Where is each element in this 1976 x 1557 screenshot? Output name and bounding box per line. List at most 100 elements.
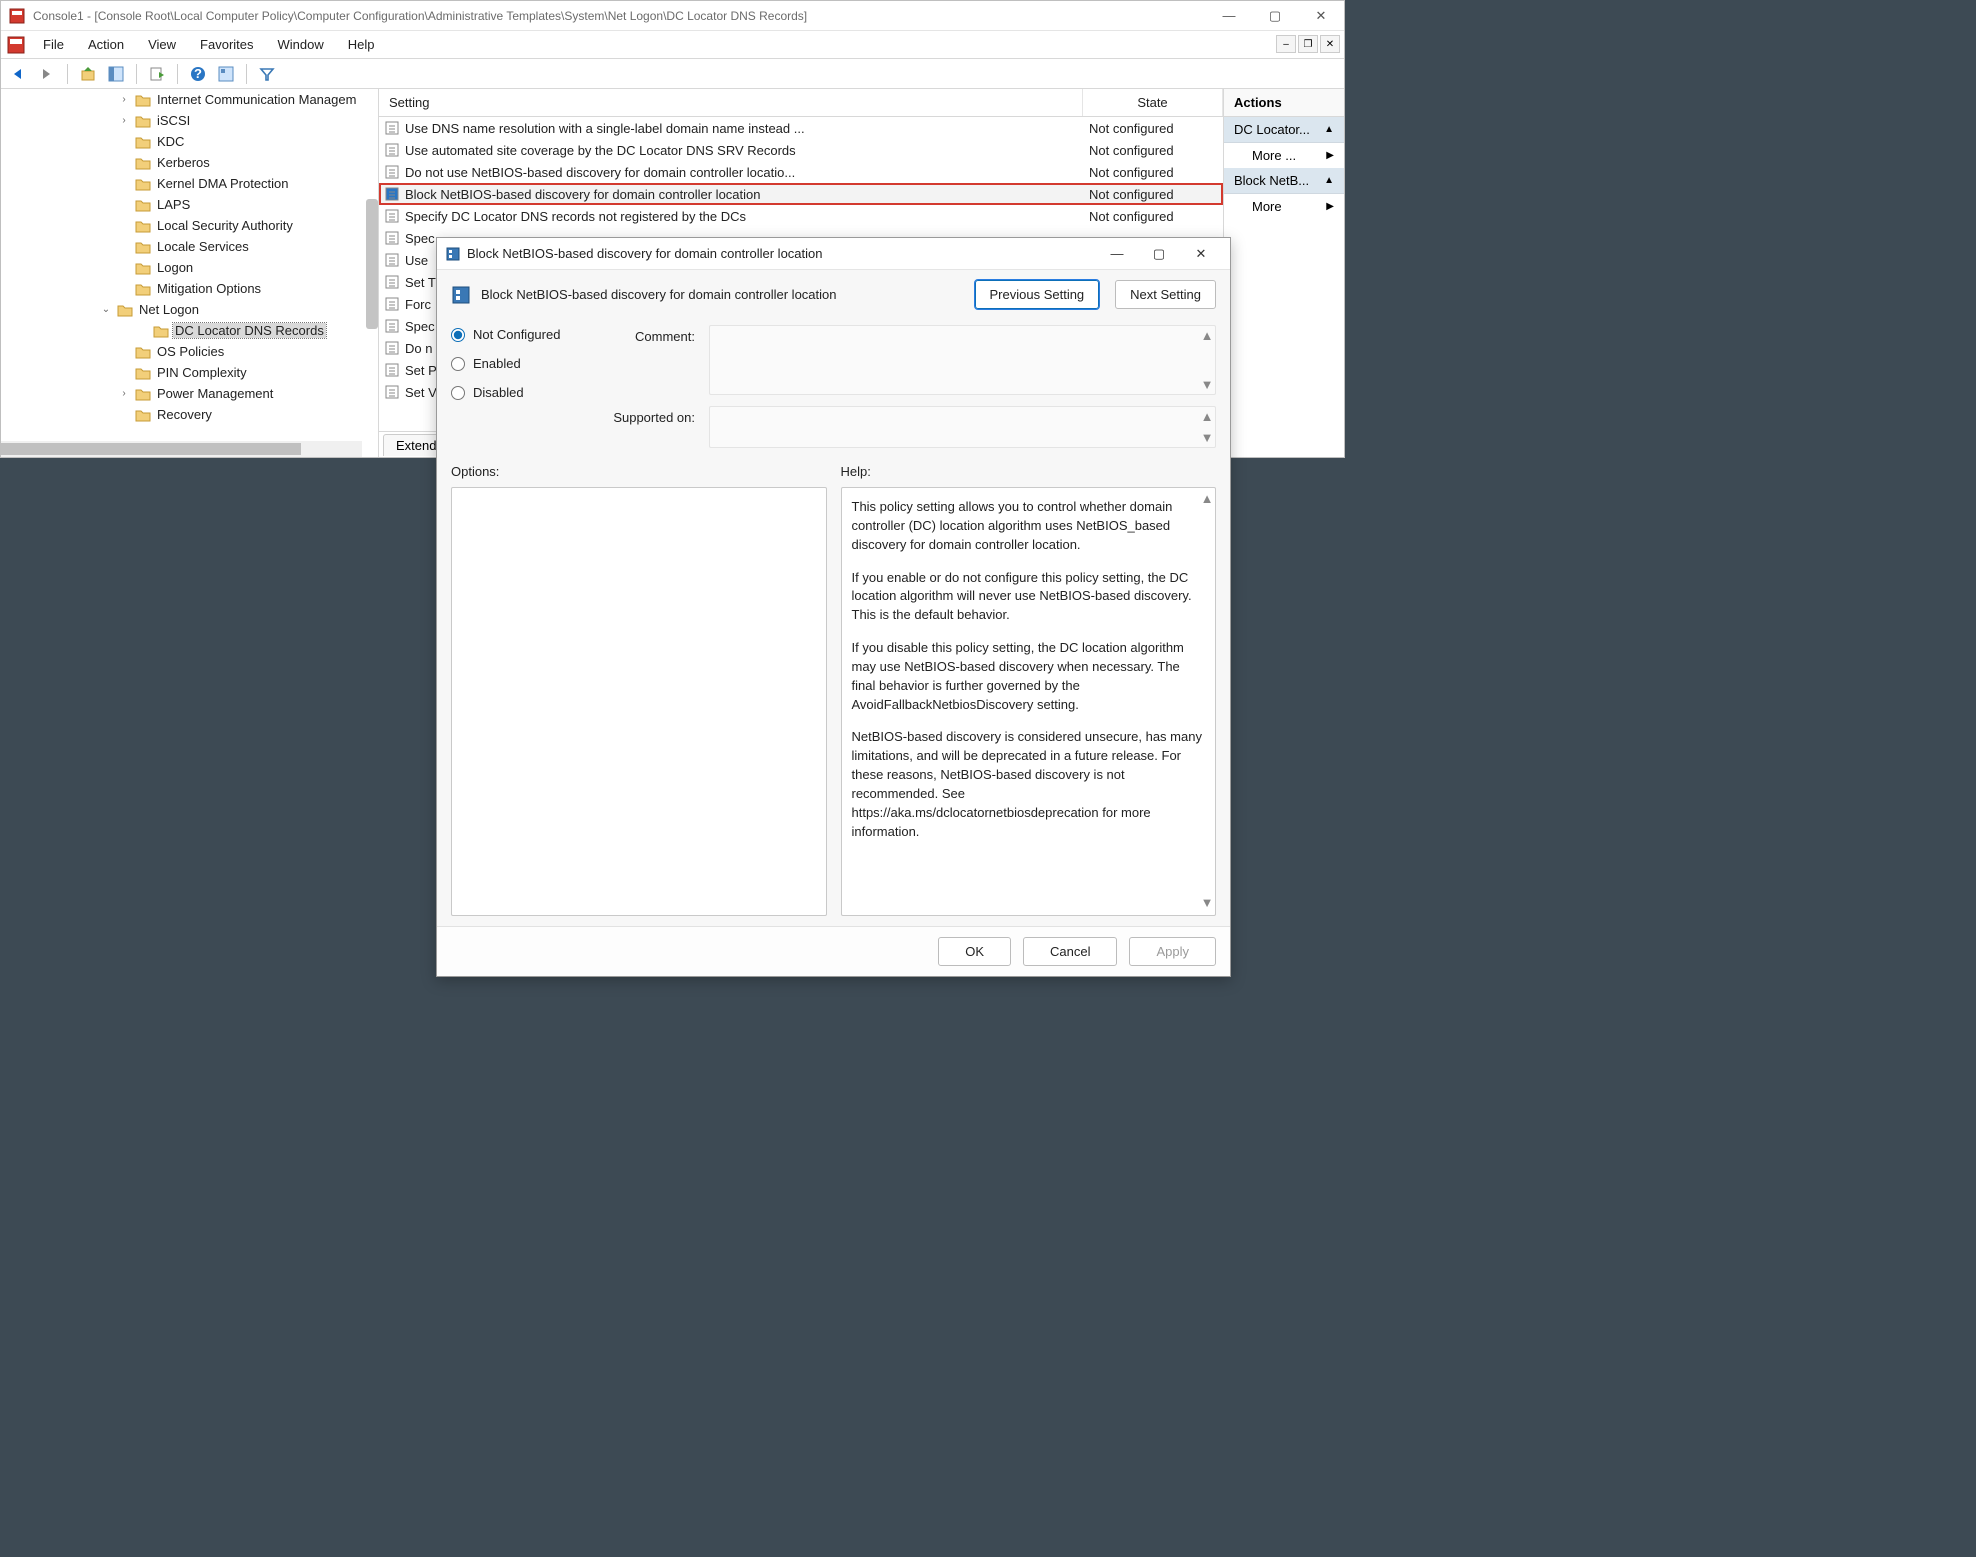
cancel-button[interactable]: Cancel (1023, 937, 1117, 966)
actions-group-block-netb[interactable]: Block NetB...▲ (1224, 168, 1344, 194)
tree-vertical-scrollbar-thumb[interactable] (366, 199, 378, 329)
window-minimize-button[interactable]: — (1206, 1, 1252, 31)
setting-row[interactable]: Use DNS name resolution with a single-la… (379, 117, 1223, 139)
setting-item-icon (379, 296, 405, 312)
tree-item-label: Logon (155, 260, 195, 275)
tree-item[interactable]: Locale Services (1, 236, 378, 257)
setting-item-icon (379, 274, 405, 290)
tree-item-label: Local Security Authority (155, 218, 295, 233)
radio-not-configured-input[interactable] (451, 328, 465, 342)
dialog-close-button[interactable]: ✕ (1180, 239, 1222, 269)
tree-item[interactable]: LAPS (1, 194, 378, 215)
mdi-close-button[interactable]: ✕ (1320, 35, 1340, 53)
forward-button[interactable] (35, 62, 59, 86)
tree-item[interactable]: DC Locator DNS Records (1, 320, 378, 341)
tree-item[interactable]: ›Internet Communication Managem (1, 89, 378, 110)
setting-item-icon (379, 120, 405, 136)
radio-enabled-input[interactable] (451, 357, 465, 371)
show-hide-tree-button[interactable] (104, 62, 128, 86)
tree-expander-icon[interactable]: › (117, 388, 131, 399)
dialog-minimize-button[interactable]: — (1096, 239, 1138, 269)
tree-horizontal-scrollbar[interactable] (1, 441, 362, 457)
tree-horizontal-scrollbar-thumb[interactable] (1, 443, 301, 455)
help-pane: This policy setting allows you to contro… (841, 487, 1217, 916)
comment-scrollbar[interactable]: ▲▼ (1199, 326, 1215, 394)
actions-group-dc-locator-label: DC Locator... (1234, 122, 1310, 137)
previous-setting-button[interactable]: Previous Setting (975, 280, 1100, 309)
mdi-restore-button[interactable]: ❐ (1298, 35, 1318, 53)
tree-item-label: Net Logon (137, 302, 201, 317)
tree-item-label: iSCSI (155, 113, 192, 128)
tree-item[interactable]: ›Power Management (1, 383, 378, 404)
tree-item[interactable]: KDC (1, 131, 378, 152)
ok-button[interactable]: OK (938, 937, 1011, 966)
help-scrollbar[interactable]: ▲▼ (1199, 488, 1215, 915)
back-button[interactable] (7, 62, 31, 86)
radio-enabled-label: Enabled (473, 356, 521, 371)
menu-view[interactable]: View (136, 33, 188, 56)
column-headers: Setting State (379, 89, 1223, 117)
next-setting-button[interactable]: Next Setting (1115, 280, 1216, 309)
folder-icon (135, 156, 151, 170)
menu-action[interactable]: Action (76, 33, 136, 56)
menu-window[interactable]: Window (266, 33, 336, 56)
mdi-minimize-button[interactable]: – (1276, 35, 1296, 53)
menu-favorites[interactable]: Favorites (188, 33, 265, 56)
comment-textbox[interactable]: ▲▼ (709, 325, 1216, 395)
scroll-up-icon: ▲ (1201, 328, 1214, 343)
filter-button[interactable] (255, 62, 279, 86)
window-maximize-button[interactable]: ▢ (1252, 1, 1298, 31)
setting-item-icon (379, 186, 405, 202)
tree-expander-icon[interactable]: ⌄ (99, 304, 113, 315)
tree-item-label: Kerberos (155, 155, 212, 170)
setting-row[interactable]: Use automated site coverage by the DC Lo… (379, 139, 1223, 161)
setting-item-icon (379, 252, 405, 268)
dialog-maximize-button[interactable]: ▢ (1138, 239, 1180, 269)
column-state[interactable]: State (1083, 89, 1223, 116)
actions-more-1[interactable]: More ...▶ (1224, 143, 1344, 168)
actions-more-2[interactable]: More▶ (1224, 194, 1344, 219)
help-button[interactable]: ? (186, 62, 210, 86)
radio-disabled-input[interactable] (451, 386, 465, 400)
tree-item[interactable]: › iSCSI (1, 110, 378, 131)
tree-item[interactable]: ⌄ Net Logon (1, 299, 378, 320)
radio-disabled[interactable]: Disabled (451, 385, 581, 400)
setting-row-label: Specify DC Locator DNS records not regis… (405, 209, 1083, 224)
menubar: File Action View Favorites Window Help –… (1, 31, 1344, 59)
setting-row[interactable]: Block NetBIOS-based discovery for domain… (379, 183, 1223, 205)
menu-file[interactable]: File (31, 33, 76, 56)
chevron-right-icon: ▶ (1326, 150, 1334, 161)
supported-on-label: Supported on: (595, 406, 695, 425)
setting-item-icon (379, 164, 405, 180)
tree-expander-icon[interactable]: › (117, 94, 131, 105)
menu-help[interactable]: Help (336, 33, 387, 56)
window-close-button[interactable]: ✕ (1298, 1, 1344, 31)
dialog-buttons: OK Cancel Apply (437, 926, 1230, 976)
tree-item[interactable]: Recovery (1, 404, 378, 425)
options-pane (451, 487, 827, 916)
tree-item[interactable]: OS Policies (1, 341, 378, 362)
dialog-title: Block NetBIOS-based discovery for domain… (467, 246, 1096, 261)
apply-button[interactable]: Apply (1129, 937, 1216, 966)
up-button[interactable] (76, 62, 100, 86)
folder-icon (135, 366, 151, 380)
export-list-button[interactable] (145, 62, 169, 86)
tree-item[interactable]: PIN Complexity (1, 362, 378, 383)
tree-item[interactable]: Mitigation Options (1, 278, 378, 299)
svg-text:?: ? (194, 66, 202, 81)
radio-enabled[interactable]: Enabled (451, 356, 581, 371)
setting-row[interactable]: Do not use NetBIOS-based discovery for d… (379, 161, 1223, 183)
actions-group-dc-locator[interactable]: DC Locator...▲ (1224, 117, 1344, 143)
properties-button[interactable] (214, 62, 238, 86)
supported-scrollbar[interactable]: ▲▼ (1199, 407, 1215, 447)
tree-item[interactable]: Local Security Authority (1, 215, 378, 236)
radio-not-configured[interactable]: Not Configured (451, 327, 581, 342)
setting-row[interactable]: Specify DC Locator DNS records not regis… (379, 205, 1223, 227)
setting-item-icon (379, 318, 405, 334)
setting-row-state: Not configured (1083, 209, 1223, 224)
tree-item[interactable]: Logon (1, 257, 378, 278)
tree-expander-icon[interactable]: › (117, 115, 131, 126)
column-setting[interactable]: Setting (379, 89, 1083, 116)
tree-item[interactable]: Kerberos (1, 152, 378, 173)
tree-item[interactable]: Kernel DMA Protection (1, 173, 378, 194)
